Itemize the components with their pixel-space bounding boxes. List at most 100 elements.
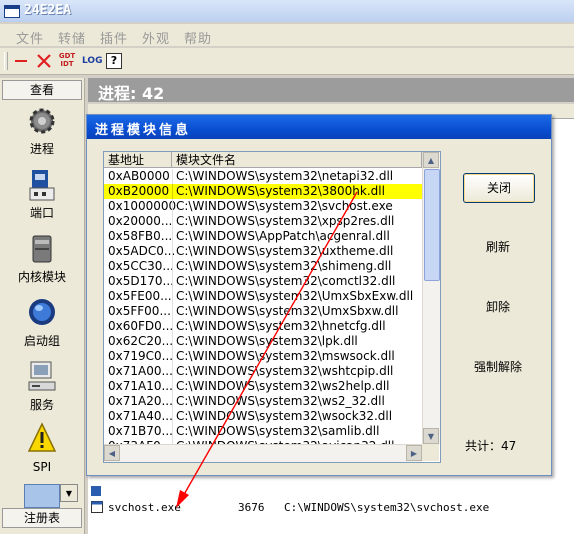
close-button[interactable]: 关闭: [463, 173, 535, 203]
module-path: C:\WINDOWS\AppPatch\acgenral.dll: [176, 229, 390, 243]
menu-dump[interactable]: 转储: [58, 28, 86, 47]
menu-file[interactable]: 文件: [16, 28, 44, 47]
table-row[interactable]: 0x5D170... C:\WINDOWS\system32\comctl32.d…: [104, 274, 422, 289]
window-title: 24E2EA: [24, 3, 71, 18]
module-base-address: 0x71A40...: [108, 409, 173, 423]
sidebar-item-label: 端口: [29, 206, 54, 220]
module-base-address: 0x5D170...: [108, 274, 174, 288]
dialog-title: 进程模块信息: [95, 123, 192, 138]
gdt-idt-button[interactable]: GDT IDT: [58, 52, 76, 70]
table-row[interactable]: 0x719C0... C:\WINDOWS\system32\mswsock.dl…: [104, 349, 422, 364]
column-divider: [172, 349, 173, 364]
module-base-address: 0x71A10...: [108, 379, 173, 393]
column-divider: [172, 304, 173, 319]
scroll-right-icon[interactable]: ▶: [406, 445, 422, 461]
column-divider: [172, 274, 173, 289]
column-divider: [172, 169, 173, 184]
module-base-address: 0x20000...: [108, 214, 173, 228]
exe-icon: [91, 501, 103, 513]
vertical-scrollbar[interactable]: ▲ ▼: [422, 152, 440, 444]
scroll-thumb[interactable]: [424, 169, 440, 281]
column-divider: [172, 424, 173, 439]
sidebar-item-process[interactable]: 进程: [4, 104, 80, 160]
module-path: C:\WINDOWS\system32\wshtcpip.dll: [176, 364, 394, 378]
table-row[interactable]: 0x5FE00... C:\WINDOWS\system32\UmxSbxExw.…: [104, 289, 422, 304]
sidebar-item-startup[interactable]: 启动组: [4, 296, 80, 352]
module-path: C:\WINDOWS\system32\netapi32.dll: [176, 169, 394, 183]
column-divider: [172, 214, 173, 229]
table-row[interactable]: 0x71A40... C:\WINDOWS\system32\wsock32.dl…: [104, 409, 422, 424]
table-row[interactable]: svchost.exe 3676 C:\WINDOWS\system32\svc…: [88, 500, 574, 516]
help-button[interactable]: ?: [106, 53, 122, 69]
sidebar-item-services[interactable]: 服务: [4, 360, 80, 416]
column-divider: [172, 259, 173, 274]
sidebar-header-view[interactable]: 查看: [2, 80, 82, 100]
module-path: C:\WINDOWS\system32\comctl32.dll: [176, 274, 396, 288]
scroll-up-icon[interactable]: ▲: [423, 152, 439, 168]
process-path: C:\WINDOWS\system32\svchost.exe: [284, 501, 490, 514]
sidebar-item-ports[interactable]: 端口: [4, 168, 80, 224]
minimize-red-icon[interactable]: [14, 52, 28, 70]
column-divider: [172, 199, 173, 214]
refresh-button[interactable]: 刷新: [463, 233, 533, 261]
module-base-address: 0x58FB0...: [108, 229, 173, 243]
module-path: C:\WINDOWS\system32\samlib.dll: [176, 424, 380, 438]
menu-plugins[interactable]: 插件: [100, 28, 128, 47]
module-base-address: 0x5CC30...: [108, 259, 174, 273]
module-base-address: 0x5ADC0...: [108, 244, 176, 258]
table-row[interactable]: 0x71A10... C:\WINDOWS\system32\ws2help.dl…: [104, 379, 422, 394]
warning-icon: [27, 422, 57, 452]
window-title-bar: 24E2EA: [0, 0, 574, 22]
table-row[interactable]: 0x62C20... C:\WINDOWS\system32\lpk.dll: [104, 334, 422, 349]
scroll-corner: [422, 444, 439, 461]
table-row[interactable]: 0x71A20... C:\WINDOWS\system32\ws2_32.dll: [104, 394, 422, 409]
menu-bar: 文件 转储 插件 外观 帮助: [0, 24, 574, 47]
sidebar-item-spi[interactable]: SPI: [4, 422, 80, 478]
module-path: C:\WINDOWS\system32\ws2_32.dll: [176, 394, 385, 408]
table-row[interactable]: 0x58FB0... C:\WINDOWS\AppPatch\acgenral.d…: [104, 229, 422, 244]
table-row[interactable]: 0x5FF00... C:\WINDOWS\system32\UmxSbxw.dl…: [104, 304, 422, 319]
process-name: svchost.exe: [108, 501, 181, 514]
table-row[interactable]: 0x71A00... C:\WINDOWS\system32\wshtcpip.d…: [104, 364, 422, 379]
table-row[interactable]: 0xAB0000 C:\WINDOWS\system32\netapi32.dll: [104, 169, 422, 184]
force-unload-button[interactable]: 强制解除: [463, 353, 533, 381]
globe-icon: [29, 299, 55, 325]
menu-appearance[interactable]: 外观: [142, 28, 170, 47]
sidebar-scroll-down-icon[interactable]: ▼: [60, 484, 78, 502]
table-row[interactable]: 0x5CC30... C:\WINDOWS\system32\shimeng.dl…: [104, 259, 422, 274]
column-header-base[interactable]: 基地址: [104, 152, 172, 168]
table-row[interactable]: 0x71B70... C:\WINDOWS\system32\samlib.dll: [104, 424, 422, 439]
table-row[interactable]: 0xB20000 C:\WINDOWS\system32\3800hk.dll: [104, 184, 422, 199]
table-row[interactable]: 0x60FD0... C:\WINDOWS\system32\hnetcfg.dl…: [104, 319, 422, 334]
gear-icon: [29, 108, 55, 134]
table-row-partial[interactable]: [88, 484, 574, 498]
horizontal-scrollbar[interactable]: ◀ ▶: [104, 444, 422, 462]
toolbar-grip: [4, 52, 8, 70]
module-path: C:\WINDOWS\system32\lpk.dll: [176, 334, 358, 348]
log-button[interactable]: LOG: [82, 52, 102, 70]
module-path: C:\WINDOWS\system32\ws2help.dll: [176, 379, 390, 393]
column-divider: [172, 289, 173, 304]
table-row[interactable]: 0x20000... C:\WINDOWS\system32\xpsp2res.d…: [104, 214, 422, 229]
sidebar-item-kernel-modules[interactable]: 内核模块: [4, 232, 80, 288]
close-red-icon[interactable]: [36, 52, 52, 70]
module-base-address: 0xB20000: [108, 184, 170, 198]
process-count-header: 进程: 42: [88, 78, 574, 103]
module-path: C:\WINDOWS\system32\UmxSbxExw.dll: [176, 289, 414, 303]
scroll-left-icon[interactable]: ◀: [104, 445, 120, 461]
table-row[interactable]: 0x5ADC0... C:\WINDOWS\system32\uxtheme.dl…: [104, 244, 422, 259]
menu-help[interactable]: 帮助: [184, 28, 212, 47]
column-divider: [172, 364, 173, 379]
column-divider: [172, 244, 173, 259]
table-row[interactable]: 0x1000000 C:\WINDOWS\system32\svchost.exe: [104, 199, 422, 214]
sidebar-footer-registry[interactable]: 注册表: [2, 508, 82, 528]
module-list[interactable]: 基地址 模块文件名 0xAB0000 C:\WINDOWS\system32\ne…: [103, 151, 441, 463]
scroll-down-icon[interactable]: ▼: [423, 428, 439, 444]
column-header-module[interactable]: 模块文件名: [172, 152, 422, 168]
module-base-address: 0x62C20...: [108, 334, 174, 348]
module-path: C:\WINDOWS\system32\svchost.exe: [176, 199, 393, 213]
unload-button[interactable]: 卸除: [463, 293, 533, 321]
module-base-address: 0x1000000: [108, 199, 177, 213]
disk-icon: [32, 235, 52, 263]
sidebar-item-label: SPI: [32, 460, 52, 474]
